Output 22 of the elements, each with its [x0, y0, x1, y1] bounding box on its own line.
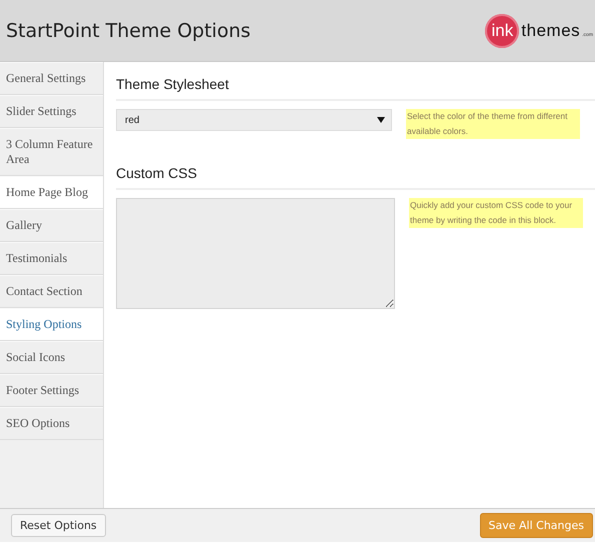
stylesheet-dropdown[interactable]: red — [116, 109, 392, 131]
sidebar-item[interactable]: SEO Options — [0, 407, 103, 440]
logo-text: themes — [521, 20, 580, 40]
sidebar-item[interactable]: Gallery — [0, 209, 103, 242]
dropdown-caret-icon — [377, 117, 385, 123]
sidebar-item[interactable]: Contact Section — [0, 275, 103, 308]
logo-badge: ink — [485, 14, 520, 48]
section-heading: Theme Stylesheet — [116, 70, 595, 101]
page-title: StartPoint Theme Options — [6, 20, 251, 42]
css-textarea[interactable] — [116, 198, 395, 309]
sidebar-item[interactable]: Social Icons — [0, 341, 103, 374]
sidebar-item[interactable]: 3 Column Feature Area — [0, 128, 103, 176]
sidebar-item[interactable]: General Settings — [0, 62, 103, 95]
sidebar-item[interactable]: Home Page Blog — [0, 176, 103, 209]
sidebar-item[interactable]: Slider Settings — [0, 95, 103, 128]
help-text: Quickly add your custom CSS code to your theme by writing the code in this block. — [409, 198, 583, 228]
reset-button[interactable]: Reset Options — [11, 514, 106, 537]
section-heading: Custom CSS — [116, 159, 595, 190]
sidebar-item[interactable]: Footer Settings — [0, 374, 103, 407]
sidebar-item[interactable]: Testimonials — [0, 242, 103, 275]
sidebar-item[interactable]: Styling Options — [0, 308, 103, 341]
help-text: Select the color of the theme from different available colors. — [406, 109, 580, 139]
